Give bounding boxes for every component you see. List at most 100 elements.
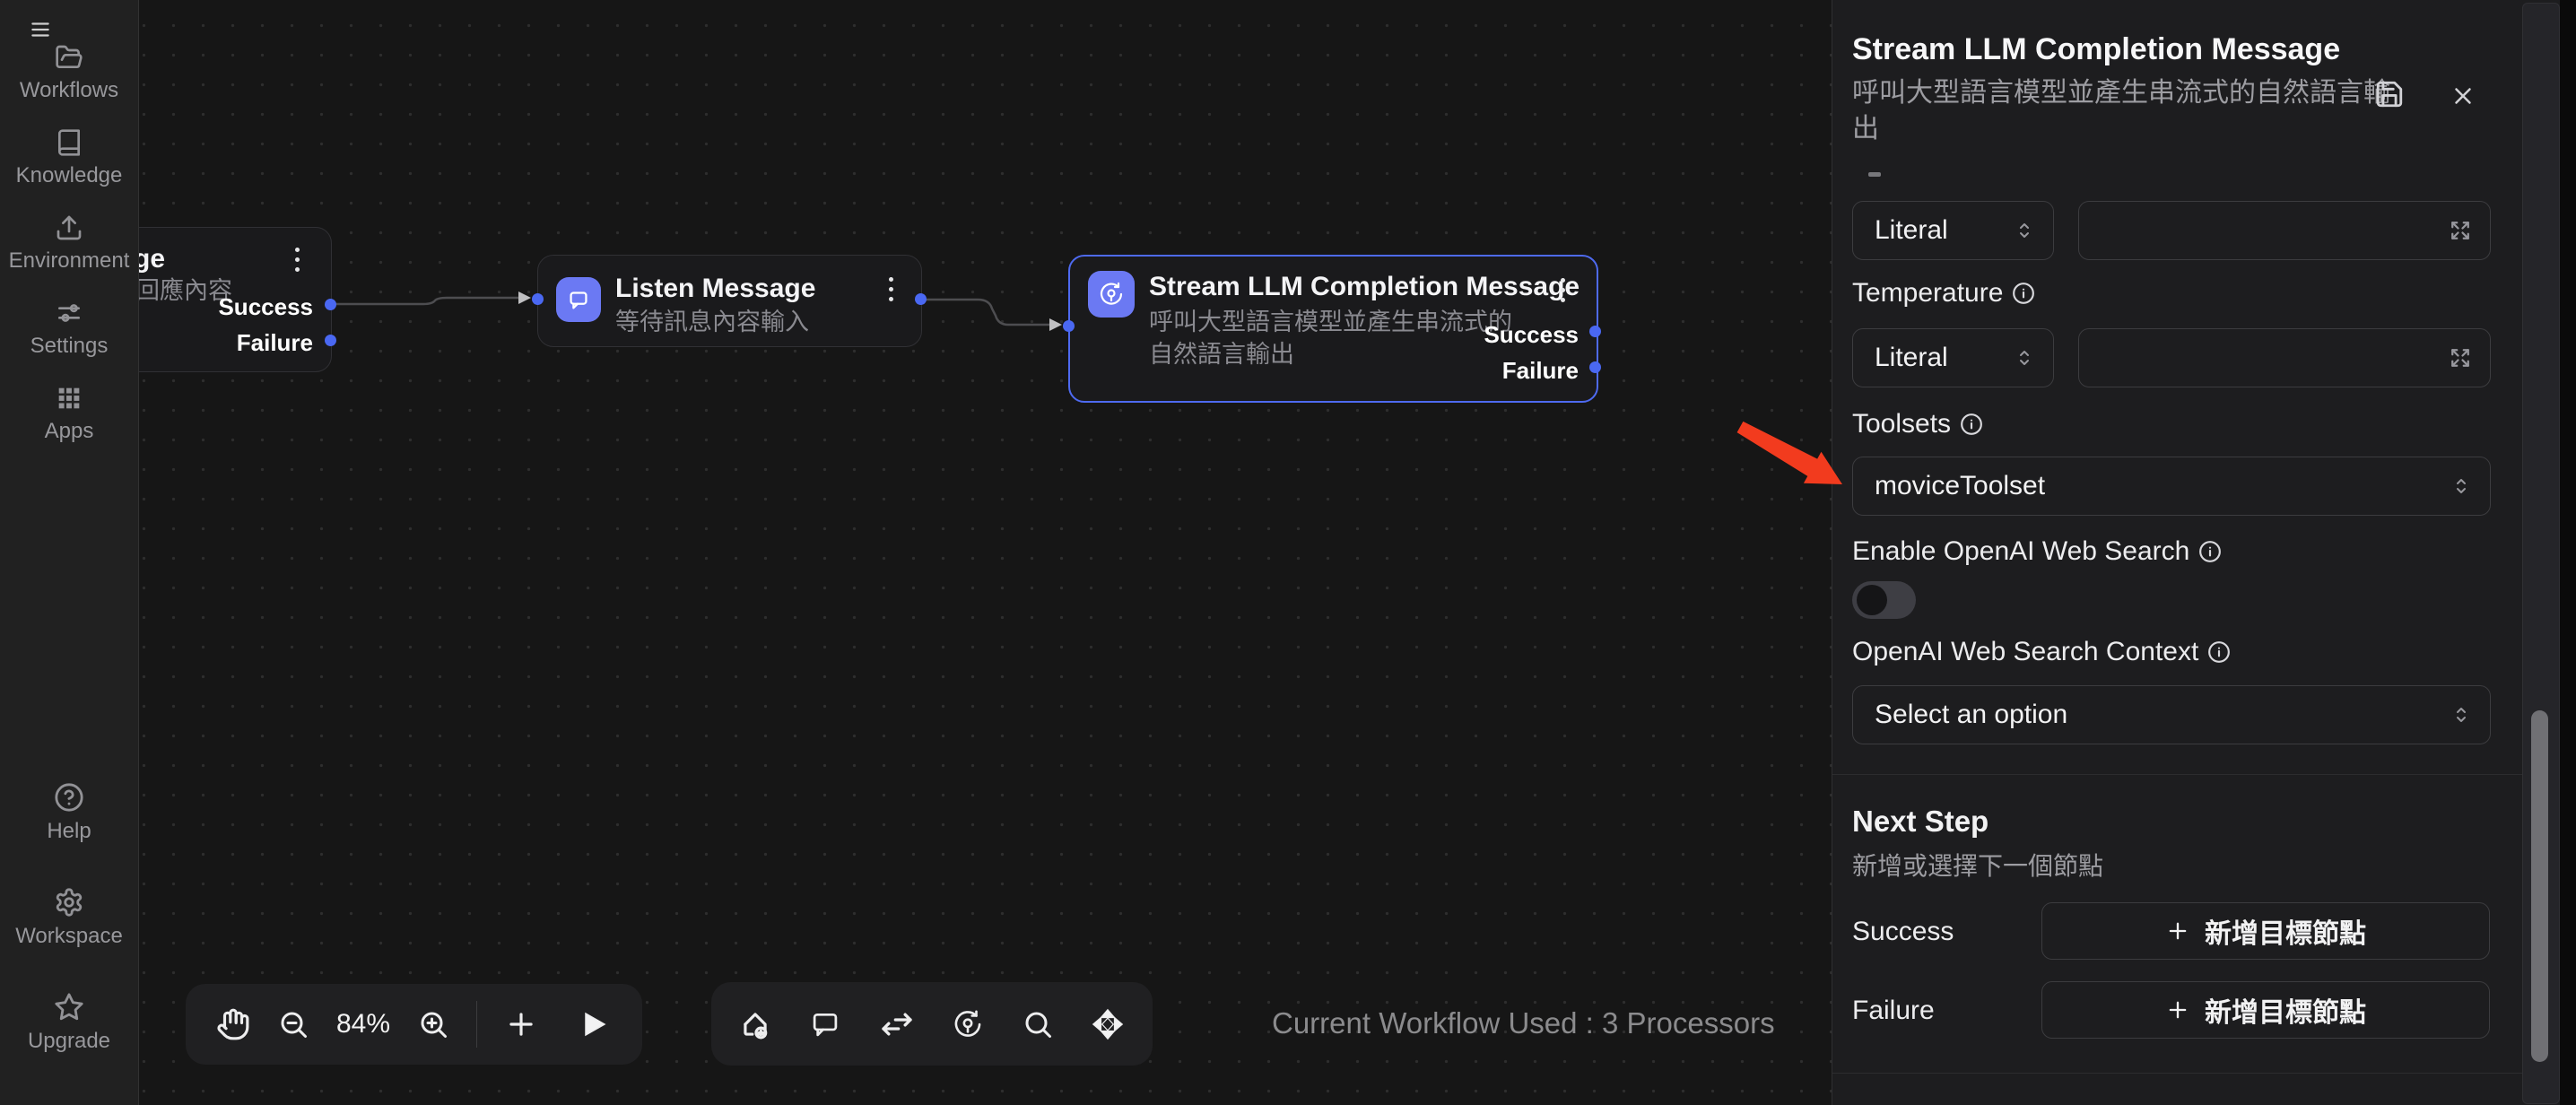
temperature-type-select[interactable]: Literal — [1852, 328, 2054, 387]
llm-cycle-icon — [1088, 271, 1135, 318]
node-properties-panel: Stream LLM Completion Message 呼叫大型語言模型並產… — [1832, 0, 2563, 1105]
output-success-label: Success — [218, 293, 313, 321]
port-success[interactable] — [325, 299, 336, 310]
menu-hamburger-icon[interactable] — [27, 18, 54, 41]
next-step-failure-label: Failure — [1852, 996, 1935, 1026]
zoom-in-icon[interactable] — [417, 1008, 449, 1040]
sidebar-item-apps[interactable]: Apps — [45, 384, 94, 444]
select-value: Literal — [1853, 215, 1948, 246]
output-success-label: Success — [1484, 321, 1579, 349]
expand-icon[interactable] — [2447, 217, 2474, 244]
chevron-up-down-icon — [2014, 347, 2035, 369]
sidebar-item-settings[interactable]: Settings — [30, 299, 109, 359]
transfer-arrows-icon[interactable] — [879, 1006, 915, 1042]
sidebar-item-knowledge[interactable]: Knowledge — [16, 128, 123, 188]
search-icon[interactable] — [1022, 1008, 1054, 1040]
section-divider — [1832, 774, 2523, 775]
section-divider — [1832, 1073, 2523, 1074]
workflow-usage-status: Current Workflow Used : 3 Processors — [1272, 1006, 1775, 1040]
sidebar-item-workspace[interactable]: Workspace — [15, 887, 123, 949]
web-search-toggle[interactable] — [1852, 581, 1916, 619]
sidebar-item-label: Help — [47, 819, 91, 844]
node-menu-icon[interactable] — [887, 277, 894, 301]
workflow-editor-app: ge 回應內容 Success Failure Listen Message 等… — [0, 0, 2576, 1105]
red-annotation-arrow — [1729, 414, 1909, 522]
sidebar-item-environment[interactable]: Environment — [9, 213, 130, 274]
info-icon[interactable] — [1960, 413, 1983, 436]
run-workflow-icon[interactable] — [578, 1008, 610, 1040]
window-edge — [2560, 0, 2576, 1105]
chat-bubble-icon — [556, 277, 601, 322]
add-target-node-failure-button[interactable]: 新增目標節點 — [2041, 981, 2490, 1039]
node-menu-icon[interactable] — [1559, 278, 1566, 302]
temperature-value-input[interactable] — [2078, 328, 2491, 387]
port-success[interactable] — [1589, 326, 1601, 337]
add-node-icon[interactable] — [504, 1007, 538, 1041]
apps-grid-icon — [55, 384, 83, 413]
port-failure[interactable] — [325, 335, 336, 346]
clipped-label-sliver — [1868, 172, 1881, 177]
plus-icon — [2165, 997, 2190, 1022]
port-input[interactable] — [532, 293, 544, 305]
save-icon[interactable] — [2374, 79, 2405, 109]
node-listen-message[interactable]: Listen Message 等待訊息內容輸入 — [537, 255, 922, 347]
node-subtitle: 呼叫大型語言模型並產生串流式的自然語言輸出 — [1149, 306, 1526, 370]
node-menu-icon[interactable] — [293, 248, 300, 272]
add-target-node-success-button[interactable]: 新增目標節點 — [2041, 902, 2490, 960]
port-input[interactable] — [1063, 320, 1075, 332]
book-icon — [55, 128, 83, 157]
sidebar-item-label: Workflows — [20, 78, 118, 103]
sidebar-item-label: Settings — [30, 334, 109, 359]
node-title: Stream LLM Completion Message — [1149, 272, 1580, 302]
expand-icon[interactable] — [2447, 344, 2474, 371]
help-icon — [54, 782, 84, 813]
port-output[interactable] — [915, 293, 927, 305]
chevron-up-down-icon — [2450, 704, 2472, 726]
node-subtitle: 等待訊息內容輸入 — [615, 306, 809, 338]
select-value: Literal — [1853, 343, 1948, 373]
home-add-icon[interactable] — [738, 1007, 772, 1041]
sidebar-item-upgrade[interactable]: Upgrade — [28, 992, 110, 1054]
panel-scrollbar-thumb[interactable] — [2531, 710, 2548, 1062]
prompt-value-input[interactable] — [2078, 201, 2491, 260]
chevron-up-down-icon — [2014, 220, 2035, 241]
sidebar-item-help[interactable]: Help — [47, 782, 91, 844]
output-failure-label: Failure — [237, 329, 313, 357]
select-placeholder: Select an option — [1853, 700, 2067, 730]
toolbar-divider — [476, 1001, 477, 1048]
star-icon — [54, 992, 84, 1022]
upload-icon — [55, 213, 83, 242]
zoom-level: 84% — [336, 1009, 390, 1040]
sidebar-item-label: Environment — [9, 248, 130, 274]
sidebar-item-workflows[interactable]: Workflows — [20, 43, 118, 103]
prompt-type-select[interactable]: Literal — [1852, 201, 2054, 260]
enable-web-search-label: Enable OpenAI Web Search — [1852, 536, 2222, 567]
sidebar-item-label: Upgrade — [28, 1029, 110, 1054]
add-target-node-label: 新增目標節點 — [2205, 990, 2366, 1030]
sidebar-item-label: Knowledge — [16, 163, 123, 188]
folder-icon — [55, 43, 83, 72]
next-step-success-label: Success — [1852, 917, 1954, 947]
web-search-context-select[interactable]: Select an option — [1852, 685, 2491, 744]
sidebar-item-label: Workspace — [15, 924, 123, 949]
llm-cycle-icon[interactable] — [951, 1007, 985, 1041]
plus-icon — [2165, 918, 2190, 944]
add-target-node-label: 新增目標節點 — [2205, 911, 2366, 951]
pan-hand-icon[interactable] — [216, 1007, 250, 1041]
temperature-label: Temperature — [1852, 278, 2035, 309]
gear-icon — [54, 887, 84, 918]
message-icon[interactable] — [808, 1007, 842, 1041]
toggle-knob — [1857, 585, 1887, 615]
info-icon[interactable] — [2012, 282, 2035, 305]
panel-subtitle: 呼叫大型語言模型並產生串流式的自然語言輸出 — [1852, 75, 2403, 147]
next-step-subtitle: 新增或選擇下一個節點 — [1852, 847, 2103, 883]
sidebar: Workflows Knowledge Environment — [0, 0, 139, 1105]
zoom-out-icon[interactable] — [277, 1008, 309, 1040]
info-icon[interactable] — [2207, 640, 2231, 664]
node-stream-llm[interactable]: Stream LLM Completion Message 呼叫大型語言模型並產… — [1068, 255, 1598, 403]
close-icon[interactable] — [2450, 83, 2476, 109]
info-icon[interactable] — [2198, 540, 2222, 563]
port-failure[interactable] — [1589, 361, 1601, 373]
plugin-diamond-icon[interactable] — [1090, 1006, 1126, 1042]
toolsets-select[interactable]: moviceToolset — [1852, 457, 2491, 516]
